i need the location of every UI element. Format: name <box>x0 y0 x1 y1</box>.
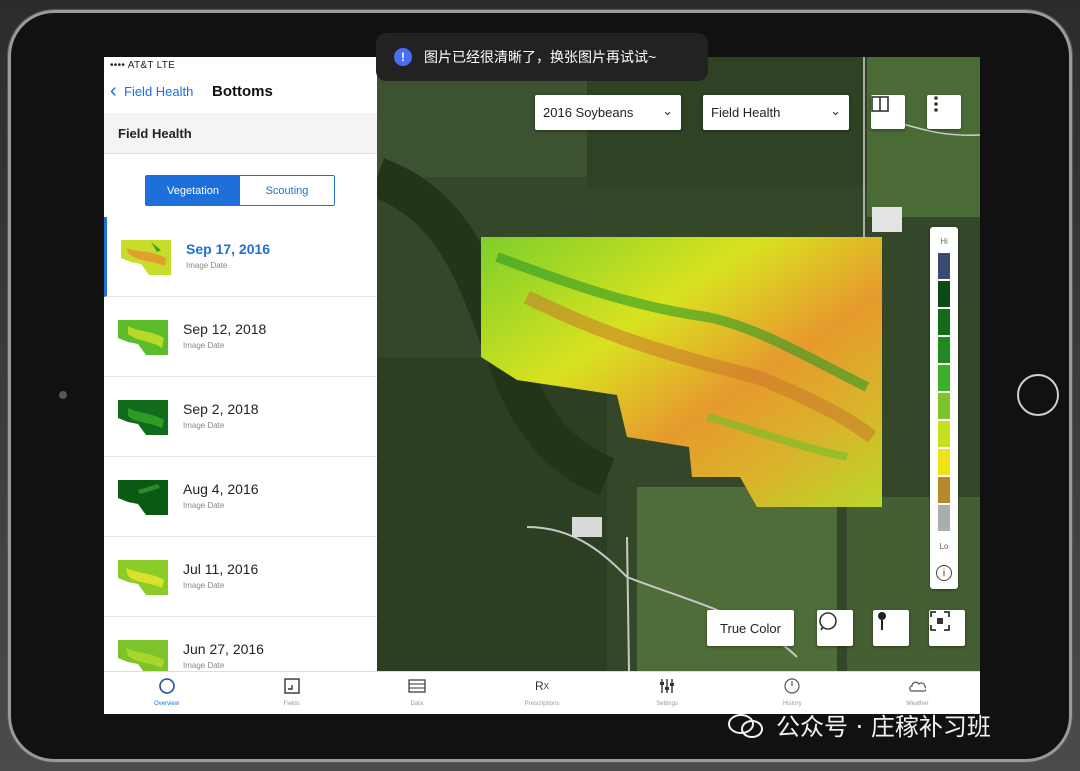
field-thumbnail <box>118 400 168 435</box>
draw-region-button[interactable] <box>817 610 853 646</box>
tab-overview[interactable]: Overview <box>104 672 229 714</box>
watermark-text: 公众号 · 庄稼补习班 <box>776 713 991 741</box>
legend-swatch <box>938 365 950 391</box>
back-chevron-icon[interactable]: ‹ <box>110 81 117 101</box>
tab-label: Settings <box>656 701 678 707</box>
field-thumbnail <box>118 560 168 595</box>
circle-icon <box>158 677 176 695</box>
date-label: Sep 2, 2018 <box>183 401 259 417</box>
crop-season-value: 2016 Soybeans <box>543 105 634 120</box>
lasso-icon <box>819 612 837 631</box>
toast-notification: ! 图片已经很清晰了，换张图片再试试~ <box>376 33 708 81</box>
legend-swatch <box>938 449 950 475</box>
drop-pin-button[interactable] <box>873 610 909 646</box>
tab-label: Overview <box>154 701 180 707</box>
satellite-imagery <box>377 57 980 671</box>
field-thumbnail <box>118 320 168 355</box>
tab-fields[interactable]: Fields <box>229 672 354 714</box>
legend-swatch <box>938 337 950 363</box>
back-button[interactable]: Field Health <box>124 84 193 99</box>
alert-icon: ! <box>394 48 412 66</box>
field-thumbnail <box>118 480 168 515</box>
legend-swatch <box>938 253 950 279</box>
split-view-button[interactable] <box>871 95 905 129</box>
table-icon <box>408 677 426 695</box>
section-title: Field Health <box>118 126 192 141</box>
home-button[interactable] <box>1017 374 1059 416</box>
view-segmented-control: Vegetation Scouting <box>145 175 335 206</box>
date-label: Sep 17, 2016 <box>186 241 271 257</box>
date-label: Jul 11, 2016 <box>183 561 259 577</box>
page-title: Bottoms <box>212 83 273 100</box>
sidebar: •••• AT&T LTE ‹ Field Health Bottoms Fie… <box>104 57 378 697</box>
tab-settings[interactable]: Settings <box>605 672 730 714</box>
pin-icon <box>878 612 886 630</box>
camera-dot <box>59 391 67 399</box>
date-list-item[interactable]: Aug 4, 2016 Image Date <box>104 457 377 537</box>
legend-low-label: Lo <box>939 542 949 551</box>
legend-swatch <box>938 505 950 531</box>
tab-label: Fields <box>283 701 300 707</box>
legend-swatch <box>938 309 950 335</box>
rx-icon: RX <box>534 679 549 693</box>
layer-value: Field Health <box>711 105 781 120</box>
date-label: Jun 27, 2016 <box>183 641 264 657</box>
date-label: Aug 4, 2016 <box>183 481 259 497</box>
date-list-item[interactable]: Sep 2, 2018 Image Date <box>104 377 377 457</box>
date-list-item[interactable]: Sep 17, 2016 Image Date <box>104 217 377 297</box>
tablet-screen: •••• AT&T LTE ‹ Field Health Bottoms Fie… <box>104 57 980 714</box>
clock-icon <box>783 677 801 695</box>
date-sublabel: Image Date <box>183 581 225 590</box>
segment-vegetation[interactable]: Vegetation <box>146 176 240 205</box>
date-sublabel: Image Date <box>183 341 225 350</box>
carrier-label: •••• AT&T LTE <box>110 60 176 71</box>
date-sublabel: Image Date <box>183 501 225 510</box>
chevron-down-icon: ⌄ <box>830 103 841 118</box>
tab-label: Prescriptions <box>524 701 560 707</box>
date-sublabel: Image Date <box>186 261 228 270</box>
crop-season-dropdown[interactable]: 2016 Soybeans ⌄ <box>535 95 681 130</box>
more-vertical-icon <box>934 96 938 112</box>
toast-message: 图片已经很清晰了，换张图片再试试~ <box>424 49 657 65</box>
legend-high-label: Hi <box>940 237 948 246</box>
date-label: Sep 12, 2018 <box>183 321 267 337</box>
status-bar: •••• AT&T LTE <box>104 57 377 75</box>
cloud-icon <box>908 677 927 695</box>
true-color-button[interactable]: True Color <box>707 610 794 646</box>
field-map[interactable]: 2016 Soybeans ⌄ Field Health ⌄ Hi Lo i T… <box>377 57 980 671</box>
wechat-logo-icon <box>728 714 763 738</box>
tab-data[interactable]: Data <box>354 672 479 714</box>
date-list-item[interactable]: Jul 11, 2016 Image Date <box>104 537 377 617</box>
info-icon[interactable]: i <box>936 565 952 581</box>
more-options-button[interactable] <box>927 95 961 129</box>
tab-prescriptions[interactable]: RX Prescriptions <box>479 672 604 714</box>
locate-button[interactable] <box>929 610 965 646</box>
legend-swatch <box>938 421 950 447</box>
date-sublabel: Image Date <box>183 661 225 670</box>
date-sublabel: Image Date <box>183 421 225 430</box>
field-thumbnail <box>118 640 168 675</box>
health-legend: Hi Lo i <box>930 227 958 589</box>
split-view-icon <box>871 96 889 112</box>
nav-bar: ‹ Field Health Bottoms <box>104 75 377 114</box>
date-list-item[interactable]: Sep 12, 2018 Image Date <box>104 297 377 377</box>
section-header: Field Health <box>104 113 377 154</box>
legend-swatch <box>938 477 950 503</box>
focus-frame-icon <box>930 611 950 631</box>
field-thumbnail <box>121 240 171 275</box>
tab-label: Data <box>410 701 424 707</box>
field-icon <box>283 677 301 695</box>
legend-swatch <box>938 281 950 307</box>
layer-dropdown[interactable]: Field Health ⌄ <box>703 95 849 130</box>
image-date-list: Sep 17, 2016 Image Date Sep 12, 2018 Ima… <box>104 217 377 697</box>
segment-scouting[interactable]: Scouting <box>240 176 334 205</box>
legend-swatch <box>938 393 950 419</box>
sliders-icon <box>658 677 676 695</box>
chevron-down-icon: ⌄ <box>662 103 673 118</box>
